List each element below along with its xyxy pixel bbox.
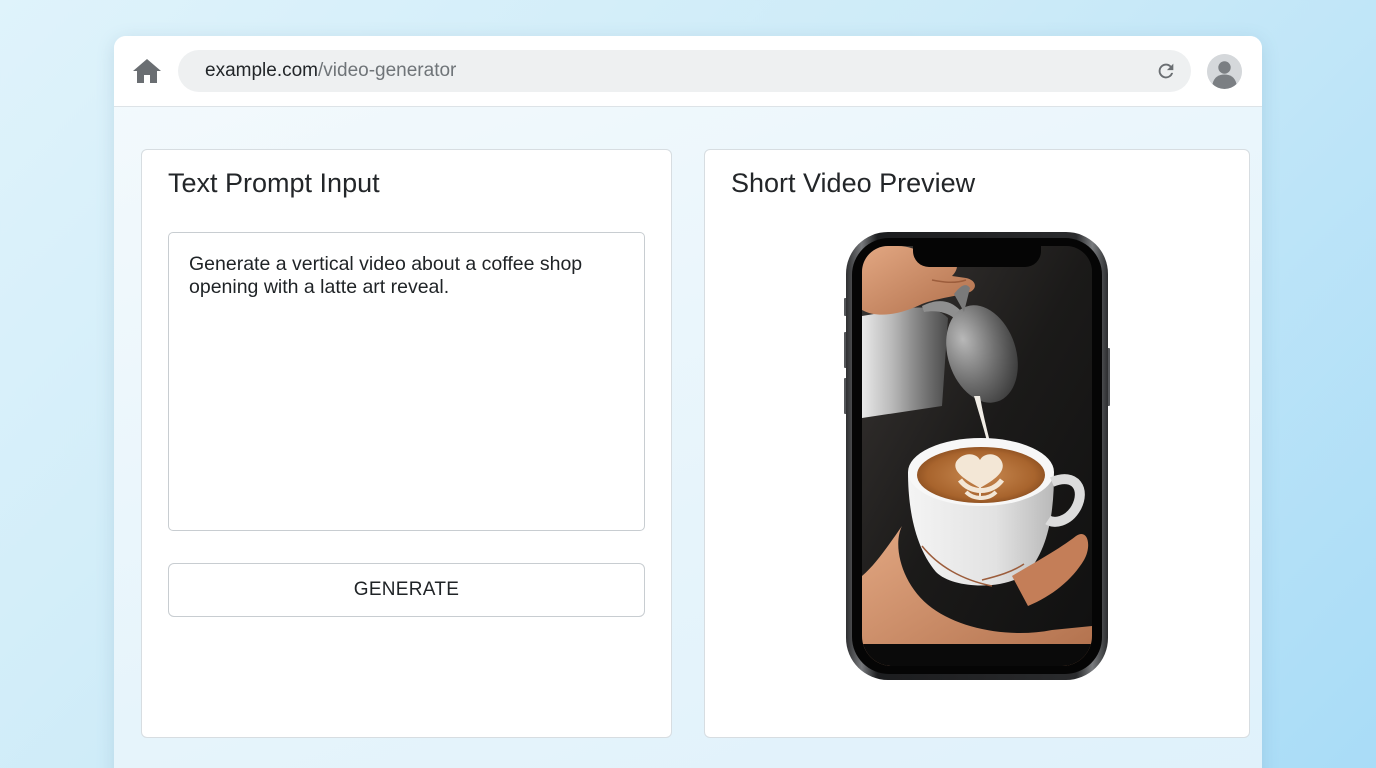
address-bar[interactable]: example.com/video-generator [178,50,1191,92]
url-path: /video-generator [318,60,457,81]
prompt-textarea[interactable]: Generate a vertical video about a coffee… [168,232,645,531]
home-icon[interactable] [132,57,162,85]
url-domain: example.com [205,60,318,81]
video-preview[interactable] [862,246,1092,666]
preview-panel: Short Video Preview [704,149,1250,738]
phone-mockup [844,232,1110,680]
user-avatar-icon[interactable] [1207,54,1242,89]
prompt-panel-title: Text Prompt Input [168,168,380,198]
phone-notch [913,245,1041,267]
browser-toolbar: example.com/video-generator [114,36,1262,107]
url-text[interactable]: example.com/video-generator [205,50,456,92]
browser-window: example.com/video-generator Text Prompt … [114,36,1262,768]
prompt-panel: Text Prompt Input Generate a vertical vi… [141,149,672,738]
generate-button[interactable]: GENERATE [168,563,645,617]
reload-icon[interactable] [1155,60,1177,82]
preview-panel-title: Short Video Preview [731,168,976,198]
latte-art-video-frame [862,246,1092,666]
